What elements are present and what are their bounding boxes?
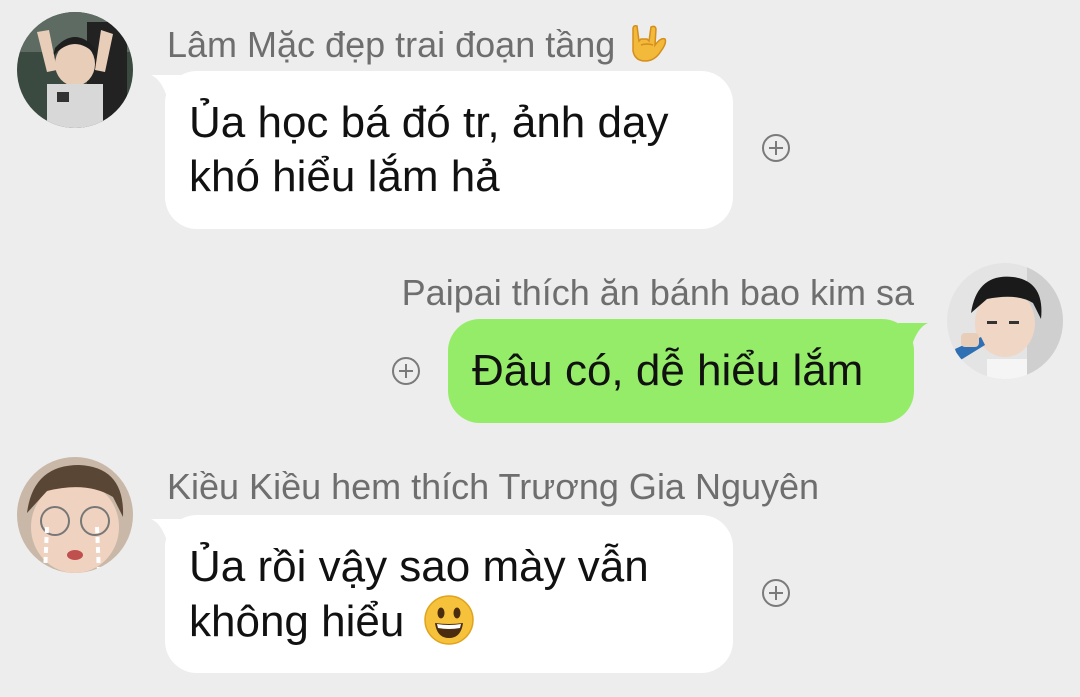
message-text-line: Đâu có, dễ hiểu lắm	[472, 346, 864, 395]
message-bubble-3[interactable]: Ủa rồi vậy sao mày vẫn không hiểu	[151, 515, 733, 673]
bubble-tail	[151, 75, 181, 97]
message-text-line-with-emoji: không hiểu	[189, 594, 733, 649]
bubble-tail	[898, 323, 928, 345]
add-reaction-button[interactable]	[761, 578, 791, 608]
sender-name-3: Kiều Kiều hem thích Trương Gia Nguyên	[167, 467, 819, 507]
plus-circle-icon	[762, 134, 790, 162]
avatar-sender-3[interactable]	[17, 457, 133, 573]
bubble-tail	[151, 519, 181, 541]
avatar-boy-drinking-icon	[947, 263, 1063, 379]
plus-circle-icon	[392, 357, 420, 385]
grinning-face-icon	[423, 594, 475, 646]
avatar-sender-2[interactable]	[947, 263, 1063, 379]
message-bubble-1[interactable]: Ủa học bá đó tr, ảnh dạy khó hiểu lắm hả	[151, 71, 733, 229]
message-text-line: khó hiểu lắm hả	[189, 152, 500, 201]
plus-circle-icon	[762, 579, 790, 607]
avatar-sender-1[interactable]	[17, 12, 133, 128]
message-text-line: không hiểu	[189, 597, 405, 646]
sender-name-1: Lâm Mặc đẹp trai đoạn tầng	[167, 23, 669, 65]
avatar-boy-hands-up-icon	[17, 12, 133, 128]
message-text-line: Ủa rồi vậy sao mày vẫn	[189, 542, 649, 591]
sender-name-text: Lâm Mặc đẹp trai đoạn tầng	[167, 24, 616, 65]
sender-name-text: Paipai thích ăn bánh bao kim sa	[401, 272, 914, 313]
add-reaction-button[interactable]	[761, 133, 791, 163]
sender-name-2: Paipai thích ăn bánh bao kim sa	[402, 273, 914, 313]
message-bubble-2[interactable]: Đâu có, dễ hiểu lắm	[448, 319, 928, 423]
avatar-crying-boy-icon	[17, 457, 133, 573]
message-text-line: Ủa học bá đó tr, ảnh dạy	[189, 98, 669, 147]
add-reaction-button[interactable]	[391, 356, 421, 386]
sender-name-text: Kiều Kiều hem thích Trương Gia Nguyên	[167, 466, 820, 507]
rock-on-hand-icon	[625, 23, 669, 63]
